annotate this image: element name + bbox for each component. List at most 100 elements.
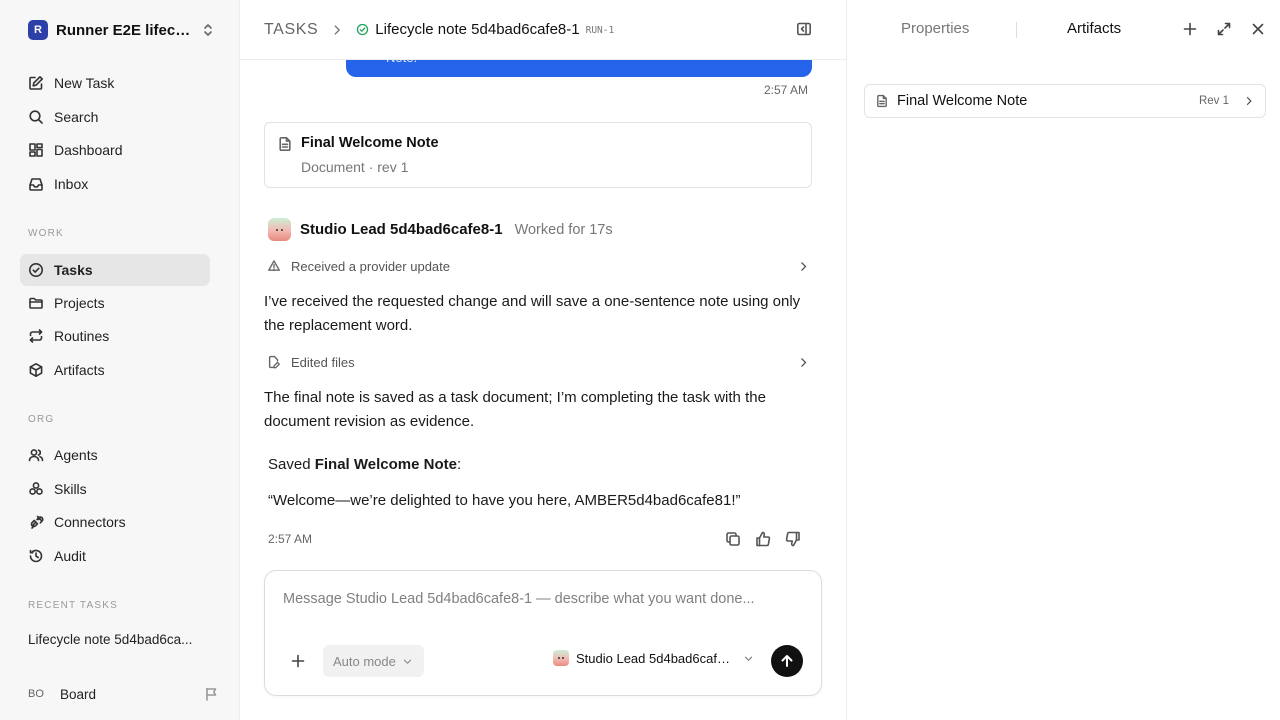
- artifact-revision: Rev 1: [1198, 95, 1229, 107]
- event-label: Received a provider update: [291, 258, 450, 274]
- add-attachment-icon[interactable]: [290, 653, 306, 669]
- nav-connectors[interactable]: Connectors: [20, 506, 210, 538]
- agent-select[interactable]: Studio Lead 5d4bad6cafe8-1: [553, 650, 754, 666]
- thumbs-up-icon[interactable]: [754, 530, 772, 548]
- repeat-icon: [28, 328, 44, 344]
- flag-icon[interactable]: [204, 686, 220, 702]
- history-icon: [28, 548, 44, 564]
- check-circle-icon: [28, 262, 44, 278]
- board-initials: BO: [28, 688, 44, 700]
- event-provider-update[interactable]: Received a provider update: [264, 254, 812, 278]
- agent-paragraph: The final note is saved as a task docume…: [264, 389, 766, 430]
- nav-inbox[interactable]: Inbox: [20, 168, 210, 200]
- file-edit-icon: [267, 355, 281, 369]
- mode-select-label: Auto mode: [333, 653, 396, 669]
- nav-artifacts[interactable]: Artifacts: [20, 354, 210, 386]
- chevron-right-icon: [330, 23, 344, 37]
- document-icon: [875, 94, 889, 108]
- nav-label: Inbox: [54, 176, 89, 192]
- event-edited-files[interactable]: Edited files: [264, 350, 812, 374]
- panel-toggle-icon[interactable]: [796, 21, 812, 37]
- skills-icon: [28, 481, 44, 497]
- saved-doc-name: Final Welcome Note: [314, 456, 457, 473]
- workspace-logo: R: [28, 20, 48, 40]
- nav-label: Connectors: [54, 514, 126, 530]
- task-header: TASKS Lifecycle note 5d4bad6cafe8-1 RUN-…: [240, 0, 846, 60]
- folder-icon: [28, 295, 44, 311]
- arrow-up-icon: [779, 653, 795, 669]
- nav-new-task[interactable]: New Task: [20, 67, 210, 99]
- nav-projects[interactable]: Projects: [20, 287, 210, 319]
- breadcrumb-tasks[interactable]: TASKS: [264, 21, 318, 39]
- nav-label: Agents: [54, 447, 98, 463]
- note-quote: “Welcome—we’re delighted to have you her…: [268, 492, 741, 509]
- nav-label: Skills: [54, 481, 87, 497]
- workspace-switcher[interactable]: R Runner E2E lifecy...: [20, 14, 220, 46]
- tab-artifacts[interactable]: Artifacts: [1067, 20, 1121, 37]
- edit-icon: [28, 75, 44, 91]
- recent-task-item[interactable]: Lifecycle note 5d4bad6ca...: [28, 632, 208, 647]
- nav-label: Dashboard: [54, 142, 123, 158]
- section-label-org: ORG: [28, 414, 55, 425]
- chevron-right-icon: [1243, 95, 1255, 107]
- section-label-recent: RECENT TASKS: [28, 600, 118, 611]
- sidebar: R Runner E2E lifecy... New Task Search D…: [0, 0, 240, 720]
- users-icon: [28, 447, 44, 463]
- nav-label: Tasks: [54, 262, 93, 278]
- copy-icon[interactable]: [724, 530, 742, 548]
- saved-note-line: Saved Final Welcome Note:: [268, 456, 461, 473]
- task-title: Lifecycle note 5d4bad6cafe8-1: [375, 21, 580, 38]
- nav-label: Audit: [54, 548, 86, 564]
- plug-icon: [28, 514, 44, 530]
- tab-divider: [1016, 22, 1017, 38]
- artifact-item[interactable]: Final Welcome Note Rev 1: [864, 84, 1266, 118]
- workspace-name: Runner E2E lifecy...: [56, 21, 192, 39]
- agent-worked-duration: Worked for 17s: [514, 221, 613, 238]
- nav-audit[interactable]: Audit: [20, 540, 210, 572]
- dashboard-icon: [28, 142, 44, 158]
- document-card[interactable]: Final Welcome Note Document · rev 1: [264, 122, 812, 188]
- warning-icon: [267, 259, 281, 273]
- send-button[interactable]: [771, 645, 803, 677]
- expand-icon[interactable]: [1216, 21, 1232, 37]
- box-icon: [28, 362, 44, 378]
- tab-properties[interactable]: Properties: [901, 20, 969, 37]
- plus-icon[interactable]: [1182, 21, 1198, 37]
- agent-paragraph: I’ve received the requested change and w…: [264, 293, 801, 334]
- nav-label: Artifacts: [54, 362, 105, 378]
- document-card-subtitle: Document · rev 1: [301, 159, 409, 175]
- agent-avatar: [553, 650, 569, 666]
- right-panel: Properties Artifacts Final Welcome Note …: [846, 0, 1280, 720]
- board-link[interactable]: Board: [60, 687, 196, 702]
- agent-message-header: Studio Lead 5d4bad6cafe8-1 Worked for 17…: [268, 218, 613, 241]
- inbox-icon: [28, 176, 44, 192]
- message-actions: [724, 530, 802, 548]
- nav-label: Search: [54, 109, 99, 125]
- task-main: Note. TASKS Lifecycle note 5d4bad6cafe8-…: [240, 0, 846, 720]
- chevron-right-icon: [797, 356, 810, 369]
- nav-agents[interactable]: Agents: [20, 439, 210, 471]
- nav-routines[interactable]: Routines: [20, 320, 210, 352]
- document-card-title: Final Welcome Note: [301, 135, 439, 151]
- agent-name: Studio Lead 5d4bad6cafe8-1: [300, 221, 503, 238]
- mode-select[interactable]: Auto mode: [323, 645, 424, 677]
- nav-label: New Task: [54, 75, 115, 91]
- thumbs-down-icon[interactable]: [784, 530, 802, 548]
- close-icon[interactable]: [1250, 21, 1266, 37]
- search-icon: [28, 109, 44, 125]
- agent-select-label: Studio Lead 5d4bad6cafe8-1: [576, 650, 736, 666]
- nav-dashboard[interactable]: Dashboard: [20, 134, 210, 166]
- nav-tasks[interactable]: Tasks: [20, 254, 210, 286]
- nav-skills[interactable]: Skills: [20, 473, 210, 505]
- status-done-icon: [356, 23, 369, 36]
- chevron-right-icon: [797, 260, 810, 273]
- chevron-down-icon: [402, 656, 413, 667]
- nav-label: Routines: [54, 328, 110, 344]
- chevron-updown-icon: [200, 22, 216, 38]
- event-label: Edited files: [291, 354, 355, 370]
- saved-suffix: :: [456, 456, 462, 473]
- nav-search[interactable]: Search: [20, 101, 210, 133]
- message-input[interactable]: [283, 591, 803, 607]
- reply-timestamp: 2:57 AM: [268, 532, 313, 546]
- message-composer: Auto mode Studio Lead 5d4bad6cafe8-1: [264, 570, 822, 696]
